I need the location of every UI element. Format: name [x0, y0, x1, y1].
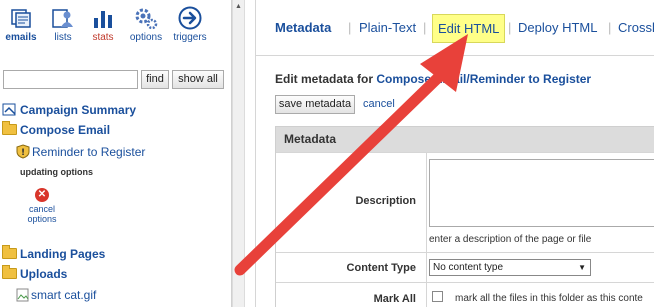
compose-email-label: Compose Email: [20, 123, 111, 137]
mark-all-checkbox[interactable]: [432, 291, 443, 302]
search-input[interactable]: [3, 70, 138, 89]
triggers-label: triggers: [173, 32, 207, 43]
content-type-select[interactable]: No content type ▼: [429, 259, 591, 276]
find-button[interactable]: find: [141, 70, 169, 89]
edit-prefix: Edit metadata for: [275, 72, 374, 86]
emails-icon: [11, 9, 31, 28]
edit-metadata-heading: Edit metadata for Compose Email/Reminder…: [275, 72, 591, 86]
tab-deploy-html[interactable]: Deploy HTML: [518, 20, 597, 35]
options-button[interactable]: options: [126, 6, 166, 43]
tab-separator: |: [423, 20, 427, 35]
shield-warning-icon: !: [16, 144, 30, 159]
mark-all-cell: mark all the files in this folder as thi…: [426, 283, 654, 307]
save-metadata-button[interactable]: save metadata: [275, 95, 355, 114]
summary-icon: [2, 103, 16, 116]
content-type-value: No content type: [433, 262, 504, 273]
mark-all-label: Mark All: [373, 293, 416, 305]
cancel-options-button[interactable]: ✕ cancel options: [22, 188, 62, 224]
cancel-options-label: cancel options: [27, 204, 57, 224]
arrow-right-circle-icon: [178, 6, 202, 30]
description-hint: enter a description of the page or file: [429, 234, 592, 245]
uploads-label: Uploads: [20, 267, 68, 281]
content-type-cell: No content type ▼: [426, 253, 654, 282]
metadata-table: Metadata Description enter a description…: [275, 126, 654, 307]
tab-metadata[interactable]: Metadata: [275, 20, 331, 35]
metadata-table-header: Metadata: [276, 127, 654, 152]
mark-all-row: Mark All mark all the files in this fold…: [276, 282, 654, 307]
left-pane-scrollbar[interactable]: ▲: [232, 0, 245, 307]
tree-item-landing-pages[interactable]: Landing Pages: [2, 245, 106, 261]
stats-label: stats: [92, 32, 114, 43]
reminder-label: Reminder to Register: [32, 145, 146, 159]
tab-separator: |: [608, 20, 612, 35]
left-pane: emails lists stats options triggers find…: [0, 0, 232, 307]
image-file-icon: [16, 288, 29, 302]
mark-all-text: mark all the files in this folder as thi…: [455, 293, 643, 304]
tab-separator: |: [508, 20, 512, 35]
description-row: Description enter a description of the p…: [276, 152, 654, 252]
main-toolbar: emails lists stats options triggers: [0, 0, 232, 52]
show-all-button[interactable]: show all: [172, 70, 224, 89]
landing-pages-label: Landing Pages: [20, 247, 106, 261]
folder-icon: [2, 245, 17, 259]
tab-edit-html[interactable]: Edit HTML: [432, 14, 506, 43]
folder-icon: [2, 121, 17, 135]
tree-item-reminder[interactable]: ! Reminder to Register: [16, 144, 145, 159]
updating-options-label: updating options: [20, 167, 93, 177]
edit-path-link[interactable]: Compose Email/Reminder to Register: [376, 72, 591, 86]
campaign-summary-label: Campaign Summary: [20, 103, 137, 117]
tab-plain-text[interactable]: Plain-Text: [359, 20, 416, 35]
lists-button[interactable]: lists: [46, 6, 80, 43]
options-label: options: [129, 32, 163, 43]
right-pane: Metadata | Plain-Text | Edit HTML | Depl…: [255, 0, 654, 307]
emails-label: emails: [5, 32, 37, 43]
cancel-link[interactable]: cancel: [363, 98, 395, 110]
smart-cat-label: smart cat.gif: [31, 288, 97, 302]
scroll-up-icon[interactable]: ▲: [233, 0, 244, 14]
tree-item-uploads[interactable]: Uploads: [2, 265, 68, 281]
tree-item-compose-email[interactable]: Compose Email: [2, 121, 111, 137]
stats-icon: [94, 11, 112, 28]
description-label: Description: [355, 195, 416, 207]
close-icon: ✕: [35, 188, 49, 202]
chevron-down-icon: ▼: [578, 263, 586, 272]
tab-crosslink[interactable]: Crosslin: [618, 20, 654, 35]
triggers-button[interactable]: triggers: [168, 6, 212, 43]
folder-icon: [2, 265, 17, 279]
content-type-label: Content Type: [346, 262, 416, 274]
lists-label: lists: [54, 32, 72, 43]
description-cell: enter a description of the page or file: [426, 153, 654, 252]
description-textarea[interactable]: [429, 159, 654, 227]
lists-icon: [52, 9, 73, 28]
gear-icon: [135, 8, 158, 30]
tab-bar: Metadata | Plain-Text | Edit HTML | Depl…: [256, 0, 654, 56]
stats-button[interactable]: stats: [86, 6, 120, 43]
emails-button[interactable]: emails: [0, 6, 42, 43]
tab-separator: |: [348, 20, 352, 35]
tree-item-smart-cat[interactable]: smart cat.gif: [16, 288, 96, 302]
content-type-row: Content Type No content type ▼: [276, 252, 654, 282]
tree-item-campaign-summary[interactable]: Campaign Summary: [2, 103, 136, 117]
svg-text:!: !: [21, 148, 25, 158]
